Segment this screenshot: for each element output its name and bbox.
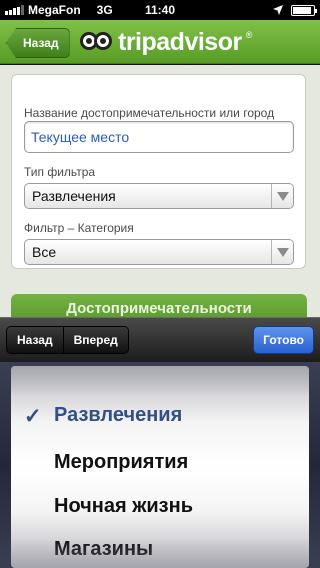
previous-button[interactable]: Назад [7, 327, 63, 353]
network-type: 3G [96, 3, 113, 17]
chevron-down-icon [271, 240, 293, 264]
picker-view: ✓ Развлечения Мероприятия Ночная жизнь М… [0, 362, 320, 568]
filter-type-label: Тип фильтра [24, 165, 96, 179]
owl-eyes-icon [80, 31, 114, 53]
app-header: Назад tripadvisor ® [0, 20, 320, 64]
chevron-down-icon [271, 184, 293, 208]
location-input[interactable] [24, 121, 294, 153]
signal-strength-icon [5, 5, 24, 15]
done-button[interactable]: Готово [253, 326, 314, 354]
back-button[interactable]: Назад [6, 28, 70, 58]
prev-next-control: Назад Вперед [6, 326, 129, 354]
filter-category-value: Все [32, 244, 57, 260]
filter-type-value: Развлечения [32, 188, 116, 204]
search-form: Название достопримечательности или город… [11, 74, 306, 269]
tripadvisor-logo: tripadvisor ® [80, 28, 252, 56]
location-arrow-icon [273, 5, 283, 15]
next-button[interactable]: Вперед [62, 327, 128, 353]
registered-mark: ® [245, 30, 253, 40]
checkmark-icon: ✓ [24, 405, 42, 428]
carrier-name: MegaFon [28, 3, 81, 17]
main-content: Название достопримечательности или город… [0, 65, 320, 334]
picker-toolbar: Назад Вперед Готово [0, 317, 320, 362]
filter-type-select[interactable]: Развлечения [24, 183, 294, 209]
battery-icon [291, 4, 317, 16]
filter-category-select[interactable]: Все [24, 239, 294, 265]
filter-category-label: Фильтр – Категория [24, 221, 134, 235]
logo-text: tripadvisor [118, 27, 242, 56]
location-label: Название достопримечательности или город [24, 106, 275, 120]
status-bar: MegaFon 3G 11:40 [0, 0, 320, 20]
picker-wheel[interactable]: ✓ Развлечения Мероприятия Ночная жизнь М… [11, 366, 309, 568]
